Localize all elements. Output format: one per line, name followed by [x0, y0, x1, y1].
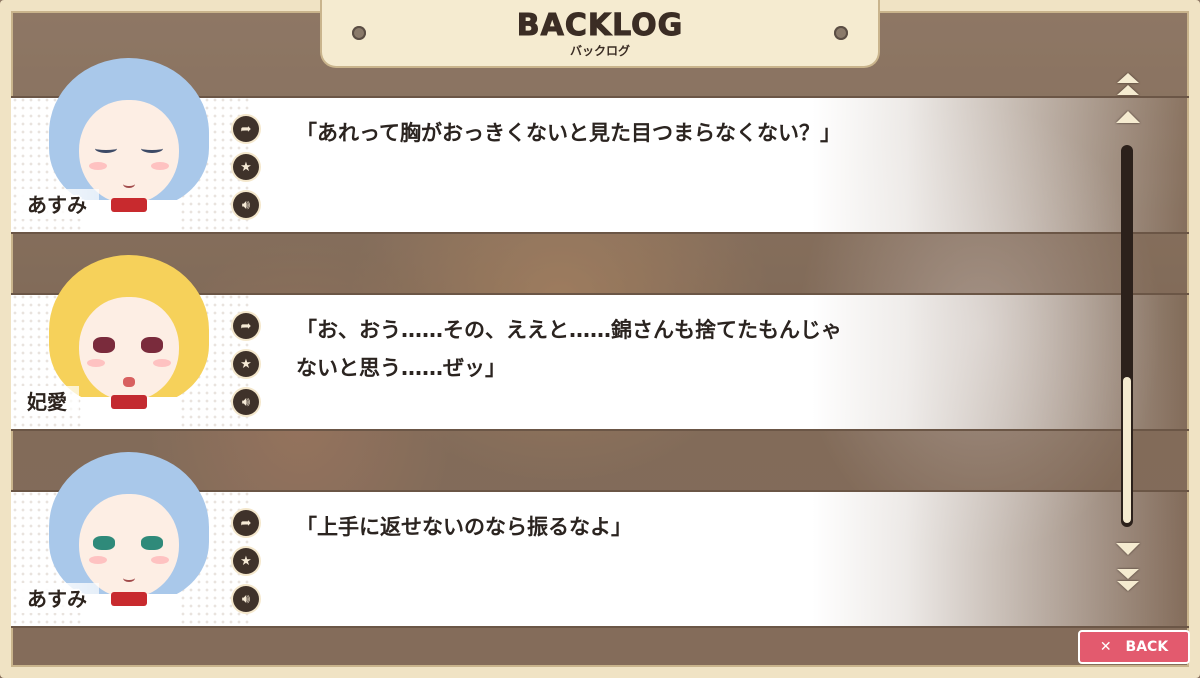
dialogue-text: 「上手に返せないのなら振るなよ」	[296, 515, 632, 539]
scrollbar-thumb[interactable]	[1123, 377, 1131, 523]
scroll-up-button[interactable]	[1114, 108, 1142, 126]
up-arrow-icon	[1116, 111, 1140, 123]
scroll-top-button[interactable]	[1114, 72, 1142, 98]
page-subtitle: バックログ	[569, 44, 630, 58]
voice-replay-icon[interactable]: 🔊︎	[233, 586, 259, 612]
double-down-arrow-icon	[1117, 569, 1139, 579]
backlog-header: BACKLOG バックログ	[320, 0, 880, 68]
double-up-arrow-icon	[1117, 73, 1139, 83]
speaker-name: あすみ	[21, 583, 99, 613]
favorite-star-icon[interactable]: ★	[233, 154, 259, 180]
double-up-arrow-icon	[1117, 85, 1139, 95]
jump-icon[interactable]: ➦	[233, 313, 259, 339]
back-button-label: BACK	[1125, 639, 1169, 655]
speaker-name: 妃愛	[21, 386, 79, 416]
scroll-down-button[interactable]	[1114, 540, 1142, 558]
voice-replay-icon[interactable]: 🔊︎	[233, 389, 259, 415]
speaker-name: あすみ	[21, 189, 99, 219]
jump-icon[interactable]: ➦	[233, 510, 259, 536]
scrollbar-track[interactable]	[1121, 145, 1133, 527]
backlog-entry[interactable]: 妃愛 ➦ ★ 🔊︎ 「お、おう……その、ええと……錦さんも捨てたもんじゃ ないと…	[11, 255, 1189, 431]
scroll-bottom-button[interactable]	[1114, 568, 1142, 594]
dialogue-text: 「お、おう……その、ええと……錦さんも捨てたもんじゃ ないと思う……ぜッ」	[296, 318, 842, 380]
jump-icon[interactable]: ➦	[233, 116, 259, 142]
backlog-entry[interactable]: あすみ ➦ ★ 🔊︎ 「あれって胸がおっきくないと見た目つまらなくない？」	[11, 58, 1189, 234]
close-x-icon: ✕	[1099, 639, 1112, 655]
backlog-entry[interactable]: あすみ ➦ ★ 🔊︎ 「上手に返せないのなら振るなよ」	[11, 452, 1189, 628]
voice-replay-icon[interactable]: 🔊︎	[233, 192, 259, 218]
favorite-star-icon[interactable]: ★	[233, 548, 259, 574]
dialogue-text: 「あれって胸がおっきくないと見た目つまらなくない？」	[296, 121, 841, 145]
back-button[interactable]: ✕ BACK	[1078, 630, 1190, 664]
favorite-star-icon[interactable]: ★	[233, 351, 259, 377]
down-arrow-icon	[1116, 543, 1140, 555]
page-title: BACKLOG	[516, 8, 684, 44]
double-down-arrow-icon	[1117, 581, 1139, 591]
